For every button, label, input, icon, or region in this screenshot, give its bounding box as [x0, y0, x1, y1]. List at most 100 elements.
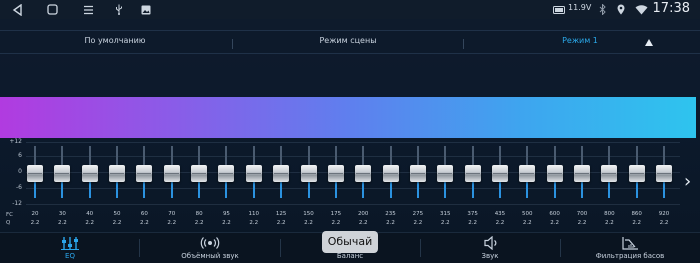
image-icon: [140, 2, 152, 17]
back-icon[interactable]: [10, 2, 24, 17]
band-frequency: 800: [604, 211, 615, 217]
tab-divider: [139, 239, 140, 257]
slider-knob[interactable]: [27, 165, 43, 182]
band-slider[interactable]: 40 2.2: [79, 138, 101, 232]
slider-knob[interactable]: [245, 165, 262, 182]
slider-knob[interactable]: [656, 165, 673, 182]
band-frequency: 60: [140, 211, 148, 217]
band-slider[interactable]: 30 2.2: [51, 138, 73, 232]
band-slider[interactable]: 150 2.2: [298, 138, 320, 232]
menu-icon[interactable]: [81, 2, 95, 17]
slider-knob[interactable]: [273, 165, 290, 182]
slider-knob[interactable]: [382, 165, 399, 182]
band-slider[interactable]: 60 2.2: [133, 138, 155, 232]
band-slider[interactable]: 80 2.2: [188, 138, 210, 232]
q-label: Q: [6, 220, 11, 226]
slider-knob[interactable]: [327, 165, 344, 182]
location-icon: [616, 2, 626, 17]
mode-default[interactable]: По умолчанию: [60, 36, 170, 45]
tab-divider: [280, 239, 281, 257]
band-slider[interactable]: 800 2.2: [598, 138, 620, 232]
band-frequency: 235: [385, 211, 396, 217]
band-q: 2.2: [167, 220, 177, 226]
band-q: 2.2: [604, 220, 614, 226]
band-q: 2.2: [304, 220, 313, 226]
band-slider[interactable]: 920 2.2: [653, 138, 675, 232]
band-q: 2.2: [468, 220, 477, 226]
slider-knob[interactable]: [437, 165, 454, 182]
speaker-icon: [480, 235, 500, 251]
band-slider[interactable]: 175 2.2: [325, 138, 347, 232]
slider-knob[interactable]: [300, 165, 317, 182]
tab-eq[interactable]: EQ: [20, 233, 120, 263]
tab-surround[interactable]: Объёмный звук: [160, 233, 260, 263]
tab-label: Звук: [481, 252, 499, 260]
preset-mode-bar: По умолчанию Режим сцены Режим 1: [0, 30, 700, 54]
band-slider[interactable]: 235 2.2: [380, 138, 402, 232]
slider-knob[interactable]: [519, 165, 536, 182]
scale-label: 6: [18, 152, 22, 159]
mode-scene[interactable]: Режим сцены: [293, 36, 403, 45]
tab-label: Баланс: [336, 252, 364, 260]
band-slider[interactable]: 315 2.2: [434, 138, 456, 232]
band-q: 2.2: [222, 220, 231, 226]
equalizer-panel: +12 6 0 -6 -12 FC Q 20 2.2 30 2.2 40 2.2 50 2.2…: [0, 138, 700, 232]
slider-knob[interactable]: [491, 165, 508, 182]
band-frequency: 375: [467, 211, 478, 217]
dropdown-up-icon[interactable]: [645, 39, 653, 46]
scale-label: 0: [18, 168, 22, 175]
band-slider[interactable]: 700 2.2: [571, 138, 593, 232]
scale-label: +12: [9, 138, 22, 145]
slider-knob[interactable]: [628, 165, 645, 182]
slider-knob[interactable]: [218, 165, 235, 182]
slider-knob[interactable]: [464, 165, 481, 182]
band-slider[interactable]: 20 2.2: [24, 138, 46, 232]
eq-curve-band: [0, 97, 696, 138]
band-slider[interactable]: 50 2.2: [106, 138, 128, 232]
band-frequency: 40: [86, 211, 94, 217]
slider-knob[interactable]: [601, 165, 618, 182]
slider-knob[interactable]: [355, 165, 372, 182]
slider-knob[interactable]: [54, 165, 71, 182]
tab-label: Объёмный звук: [181, 252, 239, 260]
wifi-icon: [634, 2, 648, 17]
band-frequency: 150: [303, 211, 314, 217]
band-q: 2.2: [632, 220, 642, 226]
status-bar: 11.9V 17:38: [0, 0, 700, 19]
band-slider[interactable]: 110 2.2: [243, 138, 265, 232]
band-q: 2.2: [495, 220, 505, 226]
band-slider[interactable]: 125 2.2: [270, 138, 292, 232]
slider-knob[interactable]: [163, 165, 180, 182]
band-slider[interactable]: 860 2.2: [626, 138, 648, 232]
band-slider[interactable]: 200 2.2: [352, 138, 374, 232]
band-slider[interactable]: 600 2.2: [544, 138, 566, 232]
equalizer-icon: [60, 235, 80, 250]
band-frequency: 95: [222, 211, 230, 217]
mode-1[interactable]: Режим 1: [525, 36, 635, 45]
tab-sound[interactable]: Звук: [440, 233, 540, 263]
band-slider[interactable]: 70 2.2: [161, 138, 183, 232]
slider-knob[interactable]: [81, 165, 98, 182]
home-icon[interactable]: [45, 2, 59, 17]
band-slider[interactable]: 275 2.2: [407, 138, 429, 232]
band-slider[interactable]: 500 2.2: [516, 138, 538, 232]
slider-knob[interactable]: [109, 165, 126, 182]
band-slider[interactable]: 375 2.2: [462, 138, 484, 232]
mode-divider: [463, 39, 464, 49]
band-q: 2.2: [30, 220, 40, 226]
slider-knob[interactable]: [136, 165, 153, 182]
tab-bass-filter[interactable]: Фильтрация басов: [575, 233, 685, 263]
usb-icon: [113, 2, 125, 17]
band-slider[interactable]: 435 2.2: [489, 138, 511, 232]
slider-knob[interactable]: [546, 165, 563, 182]
bluetooth-icon: [597, 2, 607, 17]
slider-knob[interactable]: [409, 165, 426, 182]
slider-knob[interactable]: [574, 165, 590, 182]
band-frequency: 860: [631, 211, 642, 217]
slider-knob[interactable]: [191, 165, 208, 182]
band-slider[interactable]: 95 2.2: [215, 138, 237, 232]
band-frequency: 700: [576, 211, 588, 217]
clock: 17:38: [652, 1, 690, 16]
chevron-right-icon[interactable]: ›: [684, 171, 694, 193]
fc-label: FC: [6, 212, 14, 218]
